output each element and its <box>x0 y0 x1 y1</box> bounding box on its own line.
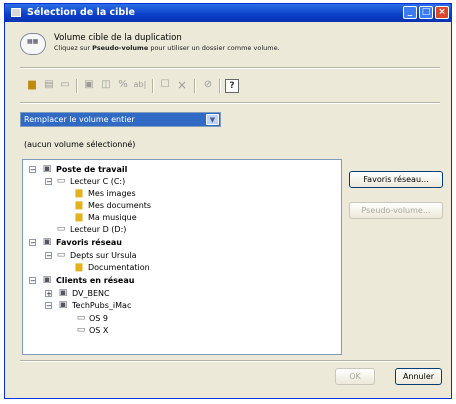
subtitle-prefix: Cliquez sur <box>54 44 93 52</box>
tree-label: Poste de travail <box>56 165 128 174</box>
maximize-button[interactable]: □ <box>419 6 433 19</box>
tree-label: Depts sur Ursula <box>70 251 137 260</box>
tree-label: Favoris réseau <box>56 238 122 247</box>
computer-icon: ▣ <box>42 164 52 174</box>
disk-icon[interactable]: ▭ <box>57 77 73 93</box>
network-drive-icon: ▭ <box>56 250 66 260</box>
tree-label: Lecteur C (C:) <box>70 177 126 186</box>
tree-label: DV_BENC <box>72 289 110 298</box>
drive-icon: ▭ <box>76 313 86 323</box>
separator-bottom <box>20 360 440 362</box>
comment-icon[interactable]: ☐ <box>157 77 173 93</box>
folder-icon: ▆ <box>75 188 83 198</box>
toolbar-divider <box>194 79 196 93</box>
volume-tree[interactable]: − ▣ Poste de travail − ▭ Lecteur C (C:) … <box>22 159 342 355</box>
folder-icon: ▆ <box>75 200 83 210</box>
folder-icon: ▆ <box>75 212 83 222</box>
rename-icon[interactable]: ab| <box>132 77 148 93</box>
toolbar: ▆ ▤ ▭ ▣ ◫ % ab| ☐ × ⊘ ? <box>24 77 444 97</box>
minimize-button[interactable]: _ <box>403 6 417 19</box>
duplication-icon: ▦▦ <box>20 33 46 55</box>
new-folder-icon[interactable]: ▆ <box>24 77 40 93</box>
window-icon <box>11 8 21 17</box>
selection-status: (aucun volume sélectionné) <box>24 140 136 149</box>
tree-label: OS 9 <box>89 314 109 323</box>
chevron-down-icon[interactable]: ▼ <box>206 114 219 125</box>
tree-label: Ma musique <box>88 213 137 222</box>
close-button[interactable]: × <box>435 6 449 19</box>
pseudo-volume-button[interactable]: Pseudo-volume... <box>349 202 443 219</box>
annuler-button[interactable]: Annuler <box>395 368 442 385</box>
network-places-icon: ▣ <box>42 237 52 247</box>
tree-label: Mes documents <box>88 201 152 210</box>
dialog-window: Sélection de la cible _ □ × ▦▦ Volume ci… <box>4 3 452 399</box>
separator-top <box>20 67 440 69</box>
separator-mid <box>20 102 440 104</box>
collapse-toggle[interactable]: − <box>45 252 52 260</box>
link-icon[interactable]: % <box>115 77 131 93</box>
tree-label: Lecteur D (D:) <box>70 225 127 234</box>
window-title: Sélection de la cible <box>27 7 135 18</box>
expand-toggle[interactable]: + <box>45 290 52 298</box>
favoris-reseau-button[interactable]: Favoris réseau... <box>349 171 443 188</box>
subtitle-suffix: pour utiliser un dossier comme volume. <box>148 44 280 52</box>
computer-icon: ▣ <box>58 300 68 310</box>
drive-icon: ▭ <box>76 325 86 335</box>
toolbar-divider <box>152 79 154 93</box>
ok-button[interactable]: OK <box>335 368 375 385</box>
subtitle-bold: Pseudo-volume <box>92 44 149 52</box>
delete-icon[interactable]: × <box>174 77 190 93</box>
collapse-toggle[interactable]: − <box>29 166 36 174</box>
title-bar[interactable]: Sélection de la cible _ □ × <box>5 4 451 22</box>
tree-label: Mes images <box>88 189 136 198</box>
collapse-toggle[interactable]: − <box>45 178 52 186</box>
drive-icon: ▭ <box>56 224 66 234</box>
drive-icon: ▭ <box>56 176 66 186</box>
toolbar-divider <box>219 79 221 93</box>
copy-icon[interactable]: ▤ <box>41 77 57 93</box>
help-icon[interactable]: ? <box>225 79 239 93</box>
share-icon[interactable]: ◫ <box>98 77 114 93</box>
tree-label: OS X <box>89 326 109 335</box>
tree-label: Documentation <box>88 263 150 272</box>
header-title: Volume cible de la duplication <box>54 33 182 43</box>
volume-mode-value: Remplacer le volume entier <box>24 115 135 124</box>
volume-mode-select[interactable]: Remplacer le volume entier ▼ <box>20 112 221 127</box>
properties-icon[interactable]: ▣ <box>81 77 97 93</box>
network-clients-icon: ▣ <box>42 275 52 285</box>
computer-icon: ▣ <box>58 288 68 298</box>
tree-label: TechPubs_iMac <box>72 301 132 310</box>
header-subtitle: Cliquez sur Pseudo-volume pour utiliser … <box>54 44 280 52</box>
collapse-toggle[interactable]: − <box>45 302 52 310</box>
clear-icon[interactable]: ⊘ <box>200 77 216 93</box>
folder-icon: ▆ <box>75 262 83 272</box>
toolbar-divider <box>76 79 78 93</box>
tree-label: Clients en réseau <box>56 276 135 285</box>
collapse-toggle[interactable]: − <box>29 239 36 247</box>
collapse-toggle[interactable]: − <box>29 277 36 285</box>
